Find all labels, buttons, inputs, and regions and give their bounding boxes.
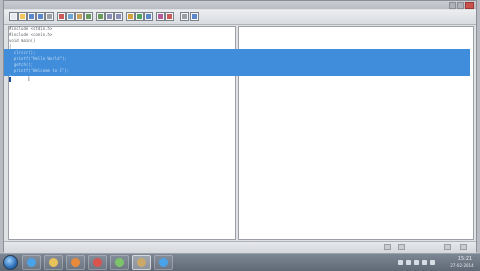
taskbar-item[interactable] [132, 255, 151, 270]
run-icon [137, 14, 142, 19]
code-line: printf("Welcome to C"); [9, 68, 70, 73]
taskbar-item[interactable] [44, 255, 63, 270]
open-icon [20, 14, 25, 19]
print-icon [47, 14, 52, 19]
title-bar[interactable] [4, 1, 476, 9]
maximize-button[interactable] [457, 2, 464, 9]
paint-icon [115, 258, 124, 267]
save-all-button[interactable] [36, 12, 45, 21]
ie-icon [159, 258, 168, 267]
media-player-icon [71, 258, 80, 267]
paste-button[interactable] [75, 12, 84, 21]
compile-button[interactable] [126, 12, 135, 21]
find-icon [107, 14, 112, 19]
paste-icon [77, 14, 82, 19]
copy-icon [68, 14, 73, 19]
code-line: clrscr(); [9, 50, 36, 55]
window-controls [449, 2, 474, 9]
redo-button[interactable] [96, 12, 105, 21]
taskbar-item[interactable] [154, 255, 173, 270]
ie-icon [27, 258, 36, 267]
code-blocks-icon [137, 258, 146, 267]
stop-button[interactable] [165, 12, 174, 21]
clock-date[interactable]: 27-02-2014 [446, 263, 478, 268]
print-button[interactable] [45, 12, 54, 21]
text-selection [4, 49, 470, 76]
cut-button[interactable] [57, 12, 66, 21]
taskbar-item[interactable] [66, 255, 85, 270]
open-button[interactable] [18, 12, 27, 21]
run-button[interactable] [135, 12, 144, 21]
folder-icon [49, 258, 58, 267]
clock-time[interactable]: 15:21 [452, 256, 478, 262]
new-button[interactable] [9, 12, 18, 21]
chrome-icon [93, 258, 102, 267]
save-all-icon [38, 14, 43, 19]
ibeam-cursor-icon: I [28, 76, 30, 83]
ide-window [3, 0, 477, 253]
replace-button[interactable] [114, 12, 123, 21]
save-button[interactable] [27, 12, 36, 21]
code-line: { [9, 44, 12, 49]
settings-button[interactable] [180, 12, 189, 21]
redo-icon [98, 14, 103, 19]
volume-icon[interactable] [414, 260, 419, 265]
status-bar [4, 241, 476, 253]
flag-icon[interactable] [398, 260, 403, 265]
debug-icon [158, 14, 163, 19]
debug-button[interactable] [156, 12, 165, 21]
taskbar-item[interactable] [88, 255, 107, 270]
code-line: void main() [9, 38, 36, 43]
settings-icon [182, 14, 187, 19]
code-line: getch(); [9, 62, 34, 67]
code-line: printf("Hello World"); [9, 56, 67, 61]
help-icon [192, 14, 197, 19]
undo-icon [86, 14, 91, 19]
code-line: #include <conio.h> [9, 32, 53, 37]
battery-icon[interactable] [422, 260, 427, 265]
new-icon [11, 14, 16, 19]
network-icon[interactable] [406, 260, 411, 265]
toolbar [4, 10, 476, 25]
stop-icon [167, 14, 172, 19]
system-tray [398, 260, 435, 265]
close-button[interactable] [465, 2, 474, 9]
compile-icon [128, 14, 133, 19]
status-button[interactable] [398, 244, 405, 250]
start-button[interactable] [3, 255, 18, 270]
replace-icon [116, 14, 121, 19]
taskbar: 15:21 27-02-2014 [0, 253, 480, 271]
build-icon [146, 14, 151, 19]
minimize-button[interactable] [449, 2, 456, 9]
save-icon [29, 14, 34, 19]
code-line: #include <stdio.h> [9, 26, 53, 31]
cut-icon [59, 14, 64, 19]
taskbar-item[interactable] [22, 255, 41, 270]
help-button[interactable] [190, 12, 199, 21]
status-button[interactable] [460, 244, 467, 250]
build-button[interactable] [144, 12, 153, 21]
taskbar-item[interactable] [110, 255, 129, 270]
language-icon[interactable] [430, 260, 435, 265]
status-button[interactable] [384, 244, 391, 250]
find-button[interactable] [105, 12, 114, 21]
status-button[interactable] [444, 244, 451, 250]
copy-button[interactable] [66, 12, 75, 21]
undo-button[interactable] [84, 12, 93, 21]
text-caret [9, 77, 11, 82]
